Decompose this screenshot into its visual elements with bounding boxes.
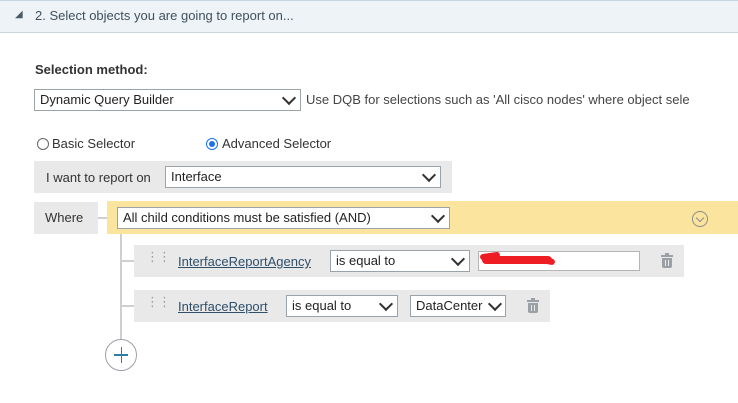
selection-method-select[interactable]: Dynamic Query Builder	[34, 89, 301, 111]
trash-icon[interactable]	[526, 298, 540, 313]
condition-value-input[interactable]	[478, 251, 640, 271]
selection-method-value: Dynamic Query Builder	[40, 92, 174, 107]
basic-selector-label[interactable]: Basic Selector	[52, 136, 135, 151]
condition-operator-select[interactable]: is equal to	[330, 250, 470, 272]
selection-method-label: Selection method:	[35, 62, 148, 77]
condition-field-link[interactable]: InterfaceReport	[178, 299, 268, 314]
basic-selector-radio[interactable]	[37, 138, 49, 150]
condition-value-select[interactable]: DataCenter	[410, 295, 506, 317]
where-label: Where	[45, 210, 84, 225]
circle-chevron-down-icon[interactable]	[692, 211, 708, 227]
report-on-select[interactable]: Interface	[165, 166, 441, 188]
section-title: 2. Select objects you are going to repor…	[35, 8, 294, 23]
condition-mode-select[interactable]: All child conditions must be satisfied (…	[117, 207, 450, 229]
tree-branch-2	[120, 305, 134, 307]
add-condition-icon[interactable]	[105, 339, 137, 371]
tree-branch-1	[120, 260, 134, 262]
chevron-down-icon	[281, 90, 297, 106]
chevron-down-icon	[378, 296, 394, 312]
report-on-label: I want to report on	[46, 170, 151, 185]
selection-method-hint: Use DQB for selections such as 'All cisc…	[306, 92, 690, 107]
chevron-down-icon	[421, 167, 437, 183]
condition-operator-value: is equal to	[336, 253, 396, 268]
trash-icon[interactable]	[660, 253, 674, 268]
chevron-down-icon	[487, 296, 503, 312]
drag-handle-icon[interactable]: ⋮⋮	[146, 250, 171, 263]
redaction-scribble	[482, 256, 552, 264]
tree-vertical-line	[120, 234, 122, 340]
chevron-down-icon	[430, 208, 446, 224]
drag-handle-icon[interactable]: ⋮⋮	[146, 295, 171, 308]
condition-operator-value: is equal to	[292, 298, 352, 313]
triangle-collapse-icon[interactable]: ◢	[15, 9, 23, 20]
condition-operator-select[interactable]: is equal to	[286, 295, 398, 317]
chevron-down-icon	[450, 251, 466, 267]
condition-field-link[interactable]: InterfaceReportAgency	[178, 254, 311, 269]
condition-mode-value: All child conditions must be satisfied (…	[123, 210, 371, 225]
advanced-selector-label[interactable]: Advanced Selector	[222, 136, 331, 151]
report-on-value: Interface	[171, 169, 222, 184]
advanced-selector-radio[interactable]	[206, 138, 218, 150]
condition-value: DataCenter	[416, 298, 483, 313]
